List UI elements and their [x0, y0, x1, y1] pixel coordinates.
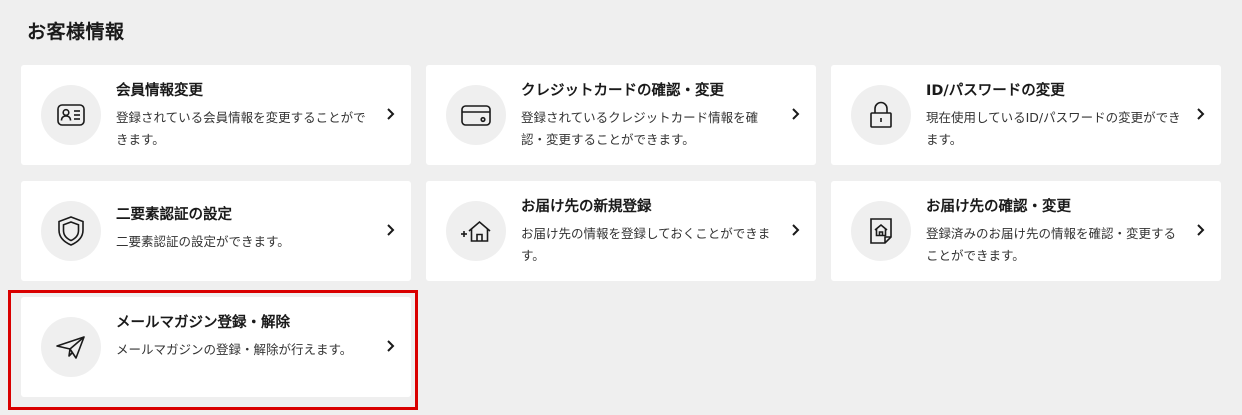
chevron-right-icon [387, 224, 395, 236]
card-address-check[interactable]: お届け先の確認・変更 登録済みのお届け先の情報を確認・変更することができます。 [831, 181, 1221, 281]
card-title: 二要素認証の設定 [116, 207, 232, 223]
shield-icon [41, 201, 101, 261]
card-new-address[interactable]: お届け先の新規登録 お届け先の情報を登録しておくことができます。 [426, 181, 816, 281]
chevron-right-icon [792, 224, 800, 236]
lock-icon [851, 85, 911, 145]
card-two-factor[interactable]: 二要素認証の設定 二要素認証の設定ができます。 [21, 181, 411, 281]
chevron-right-icon [1197, 108, 1205, 120]
card-id-password[interactable]: ID/パスワードの変更 現在使用しているID/パスワードの変更ができます。 [831, 65, 1221, 165]
card-title: クレジットカードの確認・変更 [521, 83, 724, 99]
card-title: 会員情報変更 [116, 83, 203, 99]
card-title: ID/パスワードの変更 [926, 83, 1065, 99]
card-member-info[interactable]: 会員情報変更 登録されている会員情報を変更することができます。 [21, 65, 411, 165]
credit-card-icon [446, 85, 506, 145]
card-mail-magazine[interactable]: メールマガジン登録・解除 メールマガジンの登録・解除が行えます。 [21, 297, 411, 397]
card-description: 二要素認証の設定ができます。 [116, 234, 290, 249]
add-home-icon [446, 201, 506, 261]
chevron-right-icon [1197, 224, 1205, 236]
card-description: 登録済みのお届け先の情報を確認・変更することができます。 [926, 226, 1177, 263]
card-credit-card[interactable]: クレジットカードの確認・変更 登録されているクレジットカード情報を確認・変更する… [426, 65, 816, 165]
home-document-icon [851, 201, 911, 261]
card-title: メールマガジン登録・解除 [116, 315, 290, 331]
member-card-icon [41, 85, 101, 145]
page-title: お客様情報 [27, 21, 125, 43]
chevron-right-icon [387, 340, 395, 352]
chevron-right-icon [387, 108, 395, 120]
chevron-right-icon [792, 108, 800, 120]
paper-plane-icon [41, 317, 101, 377]
card-description: お届け先の情報を登録しておくことができます。 [521, 226, 771, 263]
card-description: 登録されている会員情報を変更することができます。 [116, 110, 366, 147]
card-description: 登録されているクレジットカード情報を確認・変更することができます。 [521, 110, 759, 147]
card-description: 現在使用しているID/パスワードの変更ができます。 [926, 110, 1181, 147]
card-title: お届け先の確認・変更 [926, 199, 1071, 215]
card-title: お届け先の新規登録 [521, 199, 652, 215]
card-description: メールマガジンの登録・解除が行えます。 [116, 342, 353, 357]
